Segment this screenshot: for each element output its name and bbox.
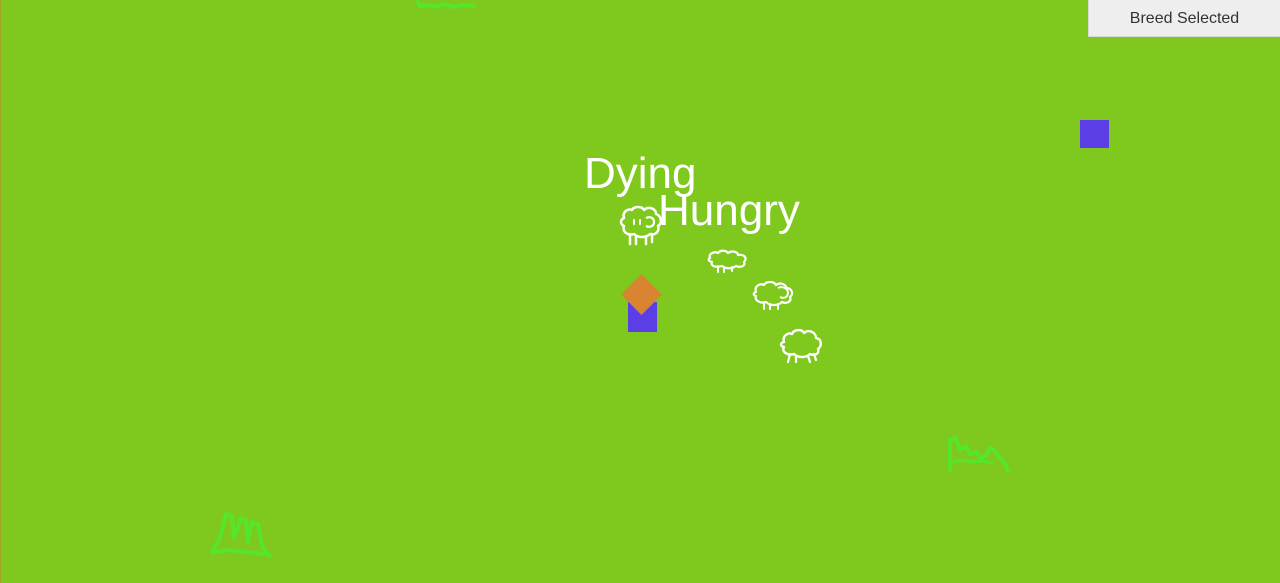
sheep-status-hungry-label: Hungry xyxy=(658,186,800,235)
sheep-grazing[interactable] xyxy=(750,278,796,312)
purple-cube-pen-marker[interactable] xyxy=(1080,120,1109,148)
grass-tuft-right xyxy=(948,436,1010,472)
breed-selected-button[interactable]: Breed Selected xyxy=(1088,0,1280,37)
field-border xyxy=(0,0,1,583)
sheep-dying[interactable] xyxy=(616,204,666,248)
sheep-hungry[interactable] xyxy=(704,248,750,276)
game-field[interactable]: Dying Hungry Breed Selected xyxy=(0,0,1280,583)
sheep-wandering[interactable] xyxy=(776,326,826,366)
grass-tuft-bottom-left xyxy=(210,512,272,558)
grass-tuft-top xyxy=(416,0,476,9)
